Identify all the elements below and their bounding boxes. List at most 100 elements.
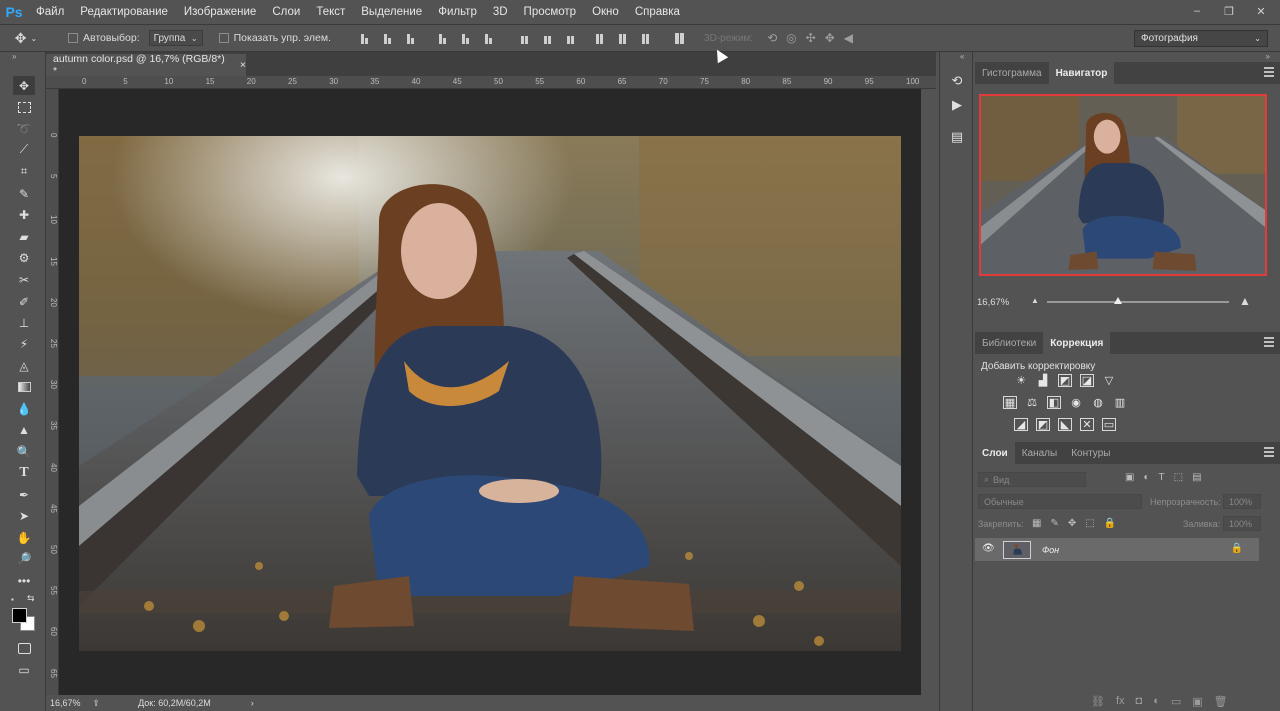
tab-adjustments[interactable]: Коррекция (1043, 332, 1111, 354)
move-tool-preset[interactable]: ✥ ⌄ (0, 30, 52, 47)
menu-select[interactable]: Выделение (353, 0, 430, 24)
panel-menu-icon[interactable] (1264, 447, 1274, 457)
navigator-preview[interactable] (979, 94, 1267, 276)
levels-icon[interactable]: ▟ (1036, 374, 1050, 387)
filter-type-icon[interactable]: T (1159, 472, 1165, 483)
lock-position-icon[interactable]: ✥ (1068, 518, 1076, 529)
layer-kind-filter[interactable]: ⌕ Вид (978, 472, 1086, 487)
roll-3d-icon[interactable]: ◎ (786, 31, 796, 45)
tab-libraries[interactable]: Библиотеки (975, 332, 1043, 354)
camera-3d-icon[interactable]: ◀ (844, 31, 853, 45)
layer-thumbnail[interactable] (1003, 540, 1031, 559)
pen-tool-icon[interactable]: ✒ (13, 485, 35, 504)
collapse-toolbar-icon[interactable]: » (12, 52, 16, 61)
lock-transparency-icon[interactable]: ▦ (1032, 518, 1041, 529)
healing-brush-tool-icon[interactable]: ✚ (13, 205, 35, 224)
new-group-icon[interactable]: ▭ (1171, 695, 1181, 708)
menu-window[interactable]: Окно (584, 0, 627, 24)
distribute-hcenter-icon[interactable] (615, 32, 629, 44)
actions-panel-icon[interactable]: ▶ (946, 94, 968, 116)
tab-navigator[interactable]: Навигатор (1048, 62, 1115, 84)
expand-panels-icon[interactable]: « (960, 52, 964, 61)
align-hcenter-icon[interactable] (458, 32, 472, 44)
curves-icon[interactable]: ◩ (1058, 374, 1072, 387)
dodge-tool-icon[interactable]: 🔍 (13, 442, 35, 461)
hand-tool-icon[interactable]: ✋ (13, 528, 35, 547)
autoselect-dropdown[interactable]: Группа ⌄ (148, 30, 203, 46)
show-controls-checkbox[interactable] (218, 33, 229, 43)
opacity-input[interactable]: 100% (1223, 494, 1261, 509)
foreground-color-swatch[interactable] (12, 608, 27, 623)
distribute-bottom-icon[interactable] (563, 32, 577, 44)
art-history-tool-icon[interactable]: ⚡ (13, 334, 35, 353)
threshold-icon[interactable]: ◣ (1058, 418, 1072, 431)
tab-layers[interactable]: Слои (975, 442, 1015, 464)
show-controls-toggle[interactable]: Показать упр. элем. (218, 32, 331, 44)
hue-saturation-icon[interactable]: ▦ (1003, 396, 1017, 409)
delete-layer-icon[interactable]: 🗑 (1214, 695, 1228, 708)
properties-panel-icon[interactable]: ▤ (946, 126, 968, 148)
brush-tool-icon[interactable]: ▰ (13, 227, 35, 246)
close-button[interactable]: ✕ (1248, 4, 1274, 18)
posterize-icon[interactable]: ◩ (1036, 418, 1050, 431)
distribute-right-icon[interactable] (638, 32, 652, 44)
panel-menu-icon[interactable] (1264, 337, 1274, 347)
autoselect-toggle[interactable]: Автовыбор: (68, 32, 140, 44)
color-lookup-icon[interactable]: ▥ (1113, 396, 1127, 409)
blur-tool-icon[interactable]: 💧 (13, 399, 35, 418)
history-panel-icon[interactable]: ⟲ (946, 70, 968, 92)
move-tool-icon[interactable]: ✥ (13, 76, 35, 95)
channel-mixer-icon[interactable]: ◍ (1091, 396, 1105, 409)
panel-menu-icon[interactable] (1264, 67, 1274, 77)
history-brush-tool-icon[interactable]: ✂ (13, 270, 35, 289)
distribute-top-icon[interactable] (517, 32, 531, 44)
vertical-ruler[interactable]: 0 5 10 15 20 25 30 35 40 45 50 55 60 65 (46, 89, 59, 695)
layer-style-icon[interactable]: fx (1116, 695, 1125, 708)
fill-input[interactable]: 100% (1223, 516, 1261, 531)
align-right-icon[interactable] (481, 32, 495, 44)
lock-pixels-icon[interactable]: ✎ (1050, 518, 1058, 529)
orbit-3d-icon[interactable]: ⟲ (767, 31, 777, 45)
drag-3d-icon[interactable]: ✣ (806, 31, 816, 45)
menu-help[interactable]: Справка (627, 0, 688, 24)
menu-layers[interactable]: Слои (264, 0, 308, 24)
black-white-icon[interactable]: ◧ (1047, 396, 1061, 409)
new-adjustment-layer-icon[interactable]: ◐ (1153, 695, 1160, 708)
doc-info[interactable]: Док: 60,2M/60,2M (138, 698, 211, 708)
menu-view[interactable]: Просмотр (516, 0, 585, 24)
gradient-map-icon[interactable]: ▭ (1102, 418, 1116, 431)
align-top-icon[interactable] (357, 32, 371, 44)
layer-name[interactable]: Фон (1042, 545, 1059, 555)
new-layer-icon[interactable]: ▣ (1192, 695, 1202, 708)
auto-align-icon[interactable] (672, 32, 686, 44)
align-vcenter-icon[interactable] (380, 32, 394, 44)
clone-stamp-tool-icon[interactable]: ⚙ (13, 248, 35, 267)
stamp-tool-icon[interactable]: ⊥ (13, 313, 35, 332)
marquee-tool-icon[interactable] (13, 98, 35, 117)
align-left-icon[interactable] (435, 32, 449, 44)
zoom-slider-track[interactable] (1047, 301, 1229, 303)
tab-histogram[interactable]: Гистограмма (975, 62, 1049, 84)
align-bottom-icon[interactable] (403, 32, 417, 44)
navigator-zoom-value[interactable]: 16,67% (977, 297, 1009, 308)
export-icon[interactable]: ⇪ (93, 698, 101, 709)
gradient-tool-icon[interactable] (13, 377, 35, 396)
menu-3d[interactable]: 3D (485, 0, 516, 24)
filter-smart-icon[interactable]: ▤ (1192, 472, 1201, 483)
invert-icon[interactable]: ◢ (1014, 418, 1028, 431)
zoom-in-icon[interactable]: ▲ (1239, 294, 1251, 308)
swap-colors-icon[interactable]: ⇆ (27, 593, 35, 604)
status-zoom[interactable]: 16,67% (50, 698, 81, 708)
restore-button[interactable]: ❐ (1216, 4, 1242, 18)
eye-icon[interactable]: 👁 (982, 543, 995, 554)
zoom-tool-icon[interactable]: 🔎 (13, 549, 35, 568)
blend-mode-dropdown[interactable]: Обычные (978, 494, 1142, 509)
crop-tool-icon[interactable]: ⌗ (13, 162, 35, 181)
layer-row[interactable]: 👁 Фон 🔒 (975, 538, 1259, 561)
tab-paths[interactable]: Контуры (1064, 442, 1117, 464)
default-colors-icon[interactable]: ▪ (11, 595, 14, 604)
filter-pixel-icon[interactable]: ▣ (1125, 472, 1134, 483)
zoom-slider-handle[interactable] (1114, 297, 1122, 304)
photoshop-logo[interactable]: Ps (0, 0, 28, 24)
filter-shape-icon[interactable]: ⬚ (1174, 472, 1183, 483)
